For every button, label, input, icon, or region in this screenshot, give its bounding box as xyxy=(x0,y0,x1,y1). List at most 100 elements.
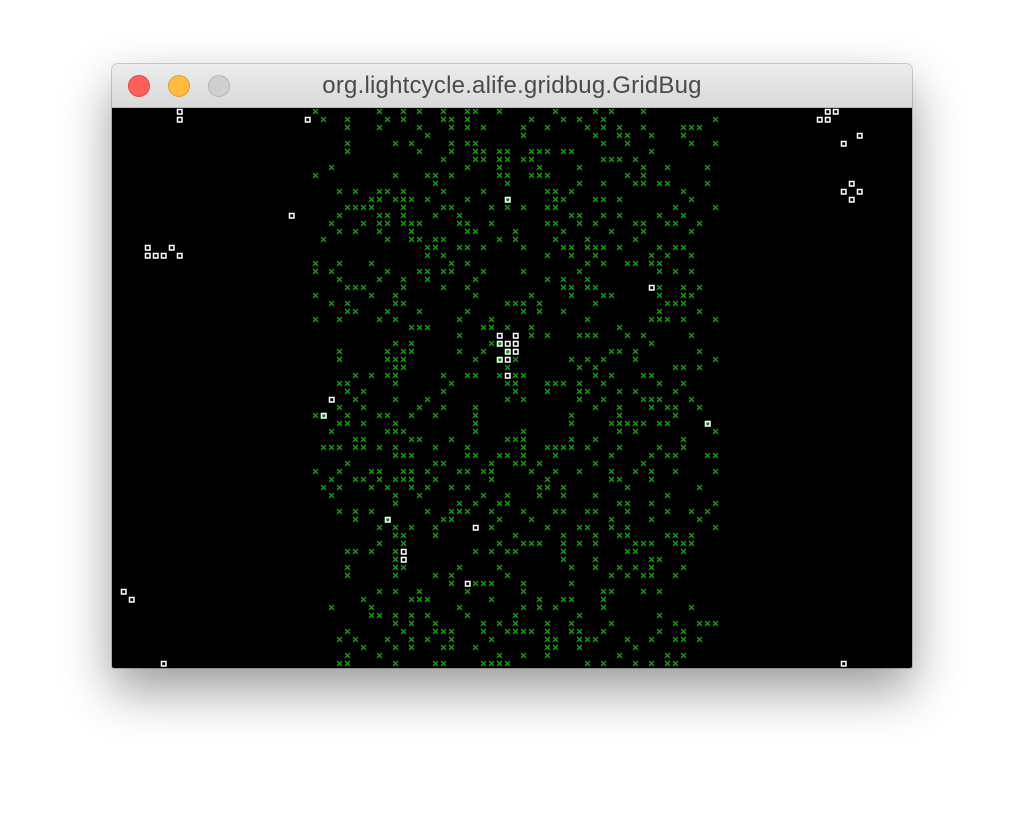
food-cell xyxy=(616,500,623,507)
title-bar[interactable]: org.lightcycle.alife.gridbug.GridBug xyxy=(112,64,912,108)
food-cell xyxy=(392,340,399,347)
food-cell xyxy=(568,436,575,443)
food-cell xyxy=(312,316,319,323)
food-cell xyxy=(400,452,407,459)
food-cell xyxy=(376,540,383,547)
food-cell xyxy=(328,476,335,483)
food-cell xyxy=(568,292,575,299)
food-cell xyxy=(560,148,567,155)
food-cell xyxy=(464,124,471,131)
food-cell xyxy=(352,436,359,443)
food-cell xyxy=(424,324,431,331)
food-cell xyxy=(400,276,407,283)
food-cell xyxy=(640,228,647,235)
food-cell xyxy=(504,492,511,499)
food-cell xyxy=(448,116,455,123)
food-cell xyxy=(360,596,367,603)
food-cell xyxy=(560,508,567,515)
food-cell xyxy=(424,268,431,275)
food-cell xyxy=(696,484,703,491)
food-cell xyxy=(496,620,503,627)
food-cell xyxy=(352,308,359,315)
food-cell xyxy=(680,564,687,571)
food-cell xyxy=(520,300,527,307)
food-cell xyxy=(672,220,679,227)
food-cell xyxy=(600,596,607,603)
food-cell xyxy=(672,636,679,643)
food-cell xyxy=(472,404,479,411)
food-cell xyxy=(448,572,455,579)
food-cell xyxy=(472,356,479,363)
food-cell xyxy=(568,252,575,259)
food-cell xyxy=(376,412,383,419)
food-cell xyxy=(600,124,607,131)
food-cell xyxy=(552,468,559,475)
food-cell xyxy=(592,436,599,443)
food-cell xyxy=(480,244,487,251)
food-cell xyxy=(376,276,383,283)
food-cell xyxy=(464,484,471,491)
food-cell xyxy=(680,628,687,635)
food-cell xyxy=(640,332,647,339)
food-cell xyxy=(536,148,543,155)
food-cell xyxy=(608,620,615,627)
food-cell xyxy=(360,204,367,211)
food-cell xyxy=(648,516,655,523)
food-cell xyxy=(320,116,327,123)
food-cell xyxy=(328,268,335,275)
food-cell xyxy=(576,364,583,371)
food-cell xyxy=(640,164,647,171)
food-cell xyxy=(656,180,663,187)
food-cell xyxy=(408,596,415,603)
food-cell xyxy=(512,628,519,635)
food-cell xyxy=(664,164,671,171)
food-cell xyxy=(344,660,351,667)
food-cell xyxy=(664,300,671,307)
food-cell xyxy=(672,364,679,371)
food-cell xyxy=(576,116,583,123)
food-cell xyxy=(360,420,367,427)
food-cell xyxy=(696,348,703,355)
food-cell xyxy=(528,292,535,299)
food-cell xyxy=(664,452,671,459)
food-cell xyxy=(408,612,415,619)
food-cell xyxy=(440,660,447,667)
food-cell xyxy=(616,132,623,139)
food-cell xyxy=(656,444,663,451)
food-cell xyxy=(536,604,543,611)
food-cell xyxy=(504,380,511,387)
food-cell xyxy=(664,532,671,539)
food-cell xyxy=(384,484,391,491)
food-cell xyxy=(328,444,335,451)
food-cell xyxy=(392,316,399,323)
food-cell xyxy=(504,572,511,579)
food-cell xyxy=(328,428,335,435)
food-cell xyxy=(368,468,375,475)
food-cell xyxy=(392,452,399,459)
food-cell xyxy=(656,268,663,275)
food-cell xyxy=(488,476,495,483)
food-cell xyxy=(712,140,719,147)
food-cell xyxy=(544,204,551,211)
food-cell xyxy=(520,244,527,251)
food-cell xyxy=(600,212,607,219)
bug-cell xyxy=(152,252,159,259)
bug-cell xyxy=(840,188,847,195)
food-cell xyxy=(520,508,527,515)
food-cell xyxy=(616,124,623,131)
food-cell xyxy=(376,468,383,475)
food-cell xyxy=(464,164,471,171)
simulation-grid[interactable] xyxy=(112,108,912,668)
food-cell xyxy=(656,316,663,323)
food-cell xyxy=(616,428,623,435)
food-cell xyxy=(472,500,479,507)
food-cell xyxy=(592,564,599,571)
food-cell xyxy=(544,636,551,643)
food-cell xyxy=(656,420,663,427)
food-cell xyxy=(496,372,503,379)
food-cell xyxy=(328,164,335,171)
food-cell xyxy=(400,348,407,355)
food-cell xyxy=(480,468,487,475)
food-cell xyxy=(336,212,343,219)
food-cell xyxy=(368,604,375,611)
